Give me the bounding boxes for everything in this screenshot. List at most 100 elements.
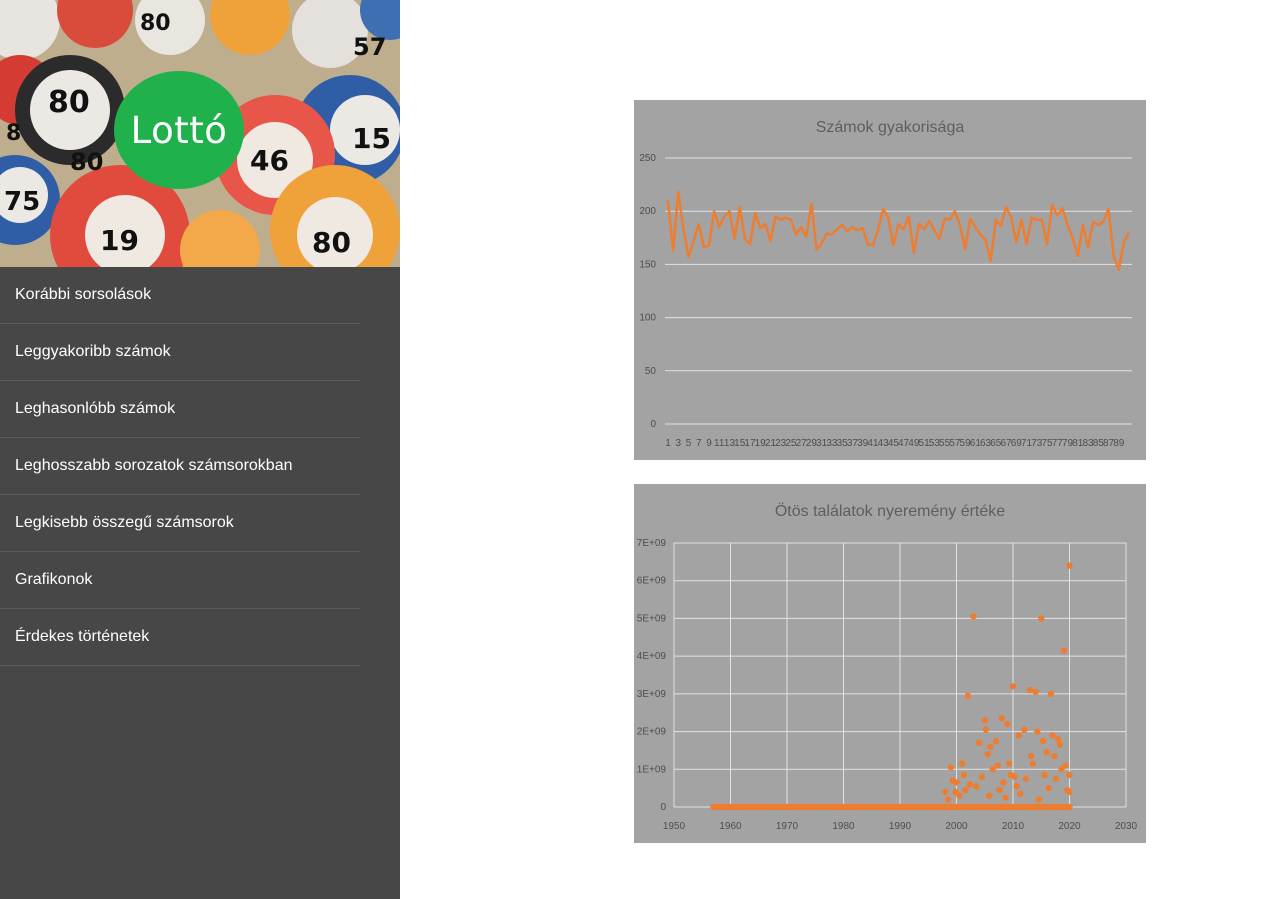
data-point [987, 743, 994, 750]
logo[interactable]: Lottó [114, 71, 244, 189]
data-point [1060, 647, 1068, 654]
y-tick-label: 7E+09 [637, 538, 667, 549]
sidebar-item-label: Legkisebb összegű számsorok [15, 514, 234, 531]
data-point [960, 771, 968, 779]
sidebar-nav: Korábbi sorsolások Leggyakoribb számok L… [0, 267, 360, 666]
x-tick-label: 2020 [1058, 821, 1081, 832]
data-point [1027, 752, 1035, 760]
data-point [1049, 732, 1056, 739]
data-point [1021, 726, 1028, 733]
data-point [947, 764, 955, 771]
data-point [1013, 783, 1020, 790]
data-point [958, 760, 966, 767]
data-point [1066, 788, 1073, 796]
data-point [1011, 773, 1018, 781]
x-tick-label: 89 [1113, 438, 1125, 449]
data-point [942, 788, 949, 796]
ball-number: 57 [353, 33, 386, 61]
x-tick-label: 2010 [1002, 821, 1025, 832]
sidebar-item-most-frequent-numbers[interactable]: Leggyakoribb számok [0, 324, 360, 381]
sidebar: 80 46 15 57 75 80 19 80 8 80 Lottó Koráb… [0, 0, 400, 899]
sidebar-item-label: Grafikonok [15, 571, 93, 588]
y-tick-label: 1E+09 [637, 764, 667, 775]
data-point [981, 717, 988, 724]
ball-number: 80 [312, 226, 351, 259]
data-point [986, 792, 993, 799]
data-point [953, 779, 960, 786]
data-point [998, 715, 1005, 722]
ball-number: 80 [70, 148, 103, 176]
x-tick-label: 7 [696, 438, 702, 449]
x-tick-label: 2000 [945, 821, 968, 832]
gridlines [665, 157, 1132, 425]
sidebar-item-label: Leggyakoribb számok [15, 343, 171, 360]
y-tick-label: 4E+09 [637, 651, 667, 662]
chart-title: Ötös találatok nyeremény értéke [775, 502, 1005, 520]
frequency-series-line [666, 190, 1131, 271]
sidebar-item-label: Leghosszabb sorozatok számsorokban [15, 457, 293, 474]
data-point [1062, 762, 1069, 769]
data-point [956, 792, 963, 799]
gridlines [673, 542, 1127, 808]
sidebar-item-label: Érdekes történetek [15, 628, 150, 645]
ball-number: 15 [352, 122, 391, 155]
data-point [1017, 790, 1024, 797]
data-point [1055, 735, 1062, 743]
x-tick-label: 3 [675, 438, 681, 449]
data-point [992, 737, 1000, 745]
data-point [1038, 615, 1045, 622]
data-point [1026, 686, 1034, 694]
data-point [1051, 752, 1058, 760]
x-tick-label: 1 [665, 438, 671, 449]
data-point [1002, 794, 1009, 801]
x-tick-label: 2030 [1115, 821, 1138, 832]
y-tick-label: 50 [645, 366, 657, 377]
x-tick-label: 9 [706, 438, 712, 449]
data-point [1005, 760, 1013, 767]
number-frequency-chart-svg: Számok gyakorisága 0501001502002501 3 5 7 9 1… [639, 119, 1132, 449]
x-tick-label: 1970 [776, 821, 799, 832]
sidebar-item-charts[interactable]: Grafikonok [0, 552, 360, 609]
data-point [1043, 749, 1051, 756]
sidebar-item-most-similar-numbers[interactable]: Leghasonlóbb számok [0, 381, 360, 438]
sidebar-item-label: Korábbi sorsolások [15, 286, 152, 303]
y-tick-label: 150 [639, 259, 656, 270]
sidebar-item-previous-draws[interactable]: Korábbi sorsolások [0, 267, 360, 324]
y-tick-label: 2E+09 [637, 727, 667, 738]
chart-title: Számok gyakorisága [816, 119, 965, 136]
x-tick-label: 1990 [889, 821, 912, 832]
sidebar-item-longest-sequences[interactable]: Leghosszabb sorozatok számsorokban [0, 438, 360, 495]
ball-number: 75 [4, 187, 40, 217]
y-tick-label: 5E+09 [637, 613, 667, 624]
data-point [982, 726, 990, 733]
y-tick-label: 200 [639, 206, 656, 217]
data-point [1015, 732, 1022, 739]
y-tick-label: 100 [639, 313, 656, 324]
data-point [944, 796, 952, 803]
x-tick-label: 1980 [832, 821, 855, 832]
x-tick-label: 1960 [719, 821, 742, 832]
y-tick-label: 0 [660, 802, 666, 813]
data-point [964, 692, 971, 699]
data-point [1034, 728, 1041, 735]
ball-number: 80 [140, 11, 171, 36]
data-point [1032, 688, 1039, 696]
ball-number: 80 [48, 85, 90, 120]
sidebar-item-label: Leghasonlóbb számok [15, 400, 176, 417]
data-point [1009, 683, 1017, 690]
data-point [1000, 779, 1007, 786]
sidebar-item-smallest-sum-rows[interactable]: Legkisebb összegű számsorok [0, 495, 360, 552]
data-point [1029, 760, 1036, 767]
data-point [1041, 771, 1048, 779]
data-point [970, 613, 977, 620]
data-point [1022, 775, 1030, 782]
number-frequency-chart: Számok gyakorisága 0 50 100 150 200 250 1 3 5 7 9 1… [634, 100, 1146, 460]
x-tick-label: 5 [686, 438, 692, 449]
y-tick-label: 250 [639, 153, 656, 164]
data-point [1066, 803, 1073, 811]
data-point [1047, 690, 1055, 698]
sidebar-item-interesting-stories[interactable]: Érdekes történetek [0, 609, 360, 666]
ball-number: 19 [100, 224, 139, 257]
x-tick-label: 1950 [663, 821, 686, 832]
data-point [1035, 796, 1043, 803]
